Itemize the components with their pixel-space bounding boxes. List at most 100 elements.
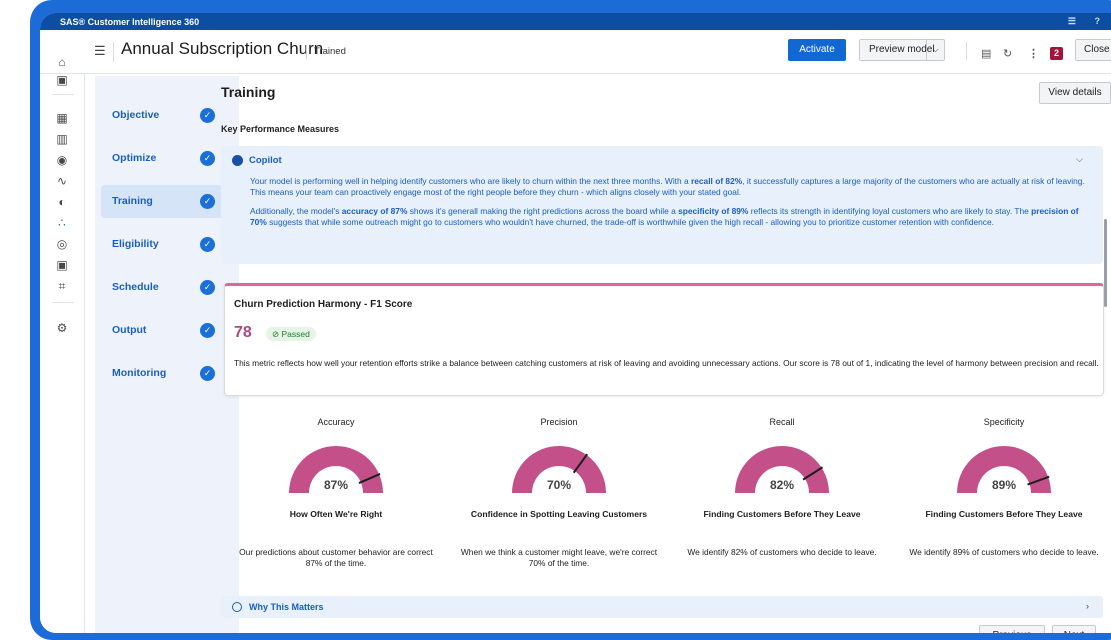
check-icon: ✓ <box>200 108 215 123</box>
step-training[interactable]: Training ✓ <box>101 185 223 218</box>
gauge-value: 89% <box>991 478 1017 492</box>
home-icon[interactable]: ⌂ <box>54 54 70 70</box>
gauge-description: We identify 89% of customers who decide … <box>909 547 1099 557</box>
step-navigation: Objective ✓ Optimize ✓ Training ✓ Eligib… <box>95 76 239 633</box>
step-eligibility[interactable]: Eligibility ✓ <box>101 228 223 261</box>
app-title: SAS® Customer Intelligence 360 <box>60 17 200 27</box>
section-title: Training <box>221 84 276 100</box>
text-run: shows it's generall making the right pre… <box>407 206 679 216</box>
more-options-icon[interactable]: ⋮ <box>1028 47 1039 60</box>
report-icon[interactable]: ▥ <box>54 131 70 147</box>
why-this-matters-panel[interactable]: Why This Matters › <box>221 596 1103 618</box>
copilot-icon <box>232 155 243 166</box>
gauge-subtitle: Finding Customers Before They Leave <box>703 509 861 519</box>
refresh-icon[interactable]: ↻ <box>1003 47 1012 60</box>
previous-button[interactable]: Previous <box>979 625 1045 633</box>
copilot-title: Copilot <box>249 155 282 166</box>
step-output[interactable]: Output ✓ <box>101 314 223 347</box>
gauge-heading: Specificity <box>983 417 1025 427</box>
main-content: Training View details Key Performance Me… <box>221 76 1111 633</box>
check-icon: ✓ <box>200 323 215 338</box>
gauge-value: 82% <box>769 478 795 492</box>
text-run: Additionally, the model's <box>250 206 342 216</box>
preview-model-label: Preview model <box>869 44 935 55</box>
highlight-specificity: specificity of 89% <box>678 206 749 216</box>
copilot-paragraph-1: Your model is performing well in helping… <box>250 176 1096 197</box>
next-button[interactable]: Next <box>1052 625 1096 633</box>
help-icon[interactable]: ? <box>1095 16 1109 26</box>
copilot-paragraph-2: Additionally, the model's accuracy of 87… <box>250 206 1096 227</box>
step-label: Monitoring <box>112 367 167 379</box>
notification-icon[interactable]: ☰ <box>1068 16 1084 26</box>
calendar-icon[interactable]: ▣ <box>54 257 70 273</box>
view-details-button[interactable]: View details <box>1039 82 1111 104</box>
highlight-accuracy: accuracy of 87% <box>341 206 408 216</box>
rail-divider <box>52 94 74 95</box>
gauge-value: 87% <box>323 478 349 492</box>
status-badge: ⊘ Passed <box>266 327 316 341</box>
close-button[interactable]: Close <box>1075 39 1111 61</box>
scrollbar-thumb[interactable] <box>1104 219 1107 307</box>
step-label: Objective <box>112 109 160 121</box>
model-icon[interactable]: ∴ <box>54 215 70 231</box>
journey-icon[interactable]: ∿ <box>54 173 70 189</box>
gauge-heading: Accuracy <box>317 417 355 427</box>
check-icon: ✓ <box>200 151 215 166</box>
page-toolbar: ☰ Annual Subscription Churn Trained Acti… <box>40 30 1111 74</box>
page-title: Annual Subscription Churn <box>121 39 324 58</box>
folder-icon[interactable]: ▣ <box>54 72 70 88</box>
gauge-value: 70% <box>546 478 572 492</box>
f1-score-card: Churn Prediction Harmony - F1 Score 78 ⊘… <box>224 283 1104 396</box>
step-optimize[interactable]: Optimize ✓ <box>101 142 223 175</box>
chevron-down-icon[interactable]: ⌵ <box>1076 154 1083 165</box>
toolbar-divider <box>966 42 967 60</box>
left-nav-rail: ⌂ ▣ ▦ ▥ ◉ ∿ ◐ ∴ ◎ ▣ ⌗ ⚙ <box>40 55 85 633</box>
highlight-recall: recall of 82% <box>690 176 743 186</box>
app-titlebar: SAS® Customer Intelligence 360 ☰ ? <box>40 13 1111 30</box>
text-run: Your model is performing well in helping… <box>250 176 691 186</box>
audience-icon[interactable]: ◉ <box>54 152 70 168</box>
app-window: SAS® Customer Intelligence 360 ☰ ? ☰ Ann… <box>40 13 1111 633</box>
step-label: Schedule <box>112 281 159 293</box>
gauge-subtitle: Finding Customers Before They Leave <box>925 509 1083 519</box>
step-label: Optimize <box>112 152 157 164</box>
check-icon: ✓ <box>200 237 215 252</box>
step-schedule[interactable]: Schedule ✓ <box>101 271 223 304</box>
step-objective[interactable]: Objective ✓ <box>101 99 223 132</box>
step-label: Output <box>112 324 147 336</box>
kpm-heading: Key Performance Measures <box>221 124 340 134</box>
check-icon: ✓ <box>200 194 215 209</box>
metric-score: 78 <box>234 324 252 341</box>
titlebar-icons: ☰ ? <box>1068 16 1108 27</box>
gauge-heading: Recall <box>769 417 795 427</box>
gauge-subtitle: Confidence in Spotting Leaving Customers <box>470 509 648 519</box>
chevron-right-icon[interactable]: › <box>1086 601 1089 611</box>
chevron-down-icon[interactable]: ⌵ <box>926 40 944 60</box>
tag-icon[interactable]: ⌗ <box>54 278 70 294</box>
gauge-description: Our predictions about customer behavior … <box>239 547 433 568</box>
menu-icon[interactable]: ☰ <box>94 43 106 59</box>
document-icon[interactable]: ▤ <box>981 47 991 60</box>
gauge-heading: Precision <box>540 417 578 427</box>
target-icon[interactable]: ◎ <box>54 236 70 252</box>
preview-model-button[interactable]: Preview model ⌵ <box>859 39 945 61</box>
metric-description: This metric reflects how well your reten… <box>234 358 1099 368</box>
check-icon: ✓ <box>200 366 215 381</box>
gauge-description: We identify 82% of customers who decide … <box>687 547 877 557</box>
settings-icon[interactable]: ⚙ <box>54 320 70 336</box>
segments-icon[interactable]: ◐ <box>54 194 70 210</box>
dashboard-icon[interactable]: ▦ <box>54 110 70 126</box>
text-run: suggests that while some outreach might … <box>266 216 994 227</box>
status-label: Trained <box>306 45 346 59</box>
gauge-subtitle: How Often We're Right <box>289 509 383 519</box>
step-label: Eligibility <box>112 238 159 250</box>
why-label: Why This Matters <box>249 602 324 612</box>
check-icon: ✓ <box>200 280 215 295</box>
step-label: Training <box>112 195 153 207</box>
activate-button[interactable]: Activate <box>788 39 846 61</box>
toolbar-divider <box>113 42 114 62</box>
gauge-description: When we think a customer might leave, we… <box>460 547 658 568</box>
text-run: reflects its strength in identifying loy… <box>748 206 1032 216</box>
notification-badge[interactable]: 2 <box>1050 47 1063 60</box>
step-monitoring[interactable]: Monitoring ✓ <box>101 357 223 390</box>
